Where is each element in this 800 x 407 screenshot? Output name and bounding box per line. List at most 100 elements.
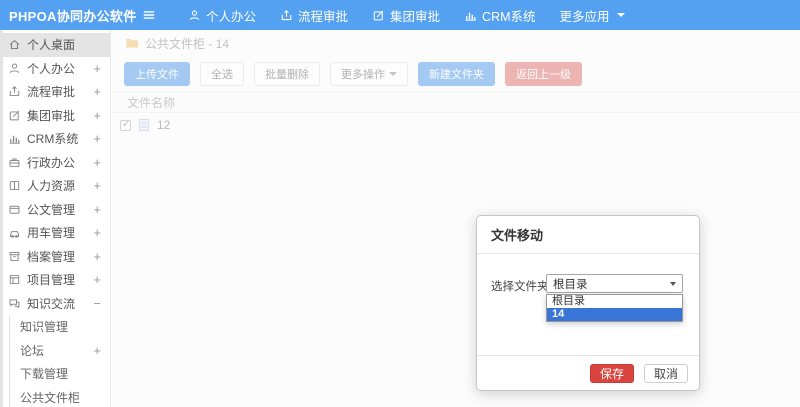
expand-indicator[interactable]: + [93,109,101,122]
top-nav: 个人办公 流程审批 集团审批 CRM系统 更多应用 [176,0,637,30]
hamburger-menu-icon[interactable] [138,4,160,26]
app-logo: PHPOA协同办公软件 [9,8,137,24]
sidebar-item-label: 公文管理 [27,202,76,217]
sidebar-subitem-label: 公共文件柜 [20,390,81,405]
caret-down-icon [389,72,397,76]
dialog-title: 文件移动 [477,216,699,254]
sidebar-item-admin-office[interactable]: 行政办公 + [0,151,110,175]
file-checkbox[interactable] [120,119,131,131]
sidebar-item-label: 项目管理 [27,273,76,288]
sidebar-item-label: 个人办公 [27,61,76,76]
app-window: PHPOA协同办公软件 个人办公 流程审批 集团审批 CRM系统 更多应用 个人… [0,0,800,407]
nav-group-approval[interactable]: 集团审批 [360,0,452,30]
briefcase-icon [8,155,22,169]
new-folder-button[interactable]: 新建文件夹 [418,62,495,86]
nav-crm-system[interactable]: CRM系统 [452,0,547,30]
select-all-button[interactable]: 全选 [200,62,244,86]
nav-more-apps[interactable]: 更多应用 [548,0,637,30]
sidebar-item-group-approval[interactable]: 集团审批 + [0,104,110,128]
expand-indicator[interactable]: + [93,226,101,239]
folder-options-list: 根目录 14 [546,294,683,322]
sidebar-subitem-label: 论坛 [20,343,45,358]
cancel-button[interactable]: 取消 [643,363,688,383]
edit-icon [372,9,385,22]
expand-indicator[interactable]: + [93,344,101,357]
select-folder-label: 选择文件夹 [491,281,549,293]
sidebar: 个人桌面 个人办公 + 流程审批 + 集团审批 + CRM系统 + 行政办公 +… [0,30,111,407]
nav-process-approval[interactable]: 流程审批 [268,0,360,30]
breadcrumb: 公共文件柜 - 14 [112,30,800,56]
sidebar-item-knowledge-exchange[interactable]: 知识交流 − [0,292,110,316]
sidebar-item-label: 档案管理 [27,249,76,264]
sidebar-item-process-approval[interactable]: 流程审批 + [0,80,110,104]
knowledge-submenu: 知识管理 论坛 + 下载管理 公共文件柜 [0,315,110,407]
folder-option-root[interactable]: 根目录 [547,295,682,308]
breadcrumb-text: 公共文件柜 - 14 [145,36,230,51]
user-icon [188,9,201,22]
book-icon [8,179,22,193]
sidebar-item-personal-office[interactable]: 个人办公 + [0,57,110,81]
archive-icon [8,249,22,263]
expand-indicator[interactable]: + [93,203,101,216]
sidebar-item-label: 用车管理 [27,226,76,241]
toolbar: 上传文件 全选 批量删除 更多操作 新建文件夹 返回上一级 [112,56,800,91]
back-up-level-button[interactable]: 返回上一级 [505,62,582,86]
sidebar-item-hr[interactable]: 人力资源 + [0,174,110,198]
batch-delete-button[interactable]: 批量删除 [254,62,320,86]
expand-indicator[interactable]: + [93,62,101,75]
file-name: 12 [157,118,171,132]
upload-file-button[interactable]: 上传文件 [124,62,190,86]
more-actions-label: 更多操作 [341,69,385,81]
sidebar-item-label: 知识交流 [27,296,76,311]
file-row[interactable]: 12 [112,113,800,137]
nav-label: 流程审批 [298,9,349,24]
expand-indicator[interactable]: + [93,273,101,286]
expand-indicator[interactable]: + [93,179,101,192]
sidebar-item-personal-desktop[interactable]: 个人桌面 [0,33,110,57]
nav-label: CRM系统 [482,9,536,24]
nav-label: 个人办公 [206,9,257,24]
process-icon [280,9,293,22]
sidebar-subitem-label: 下载管理 [20,367,69,382]
sidebar-item-crm[interactable]: CRM系统 + [0,127,110,151]
selected-folder-value: 根目录 [553,278,588,291]
caret-down-icon [670,281,676,286]
folder-select: 根目录 根目录 14 [546,274,683,322]
caret-down-icon [616,13,625,17]
folder-select-box[interactable]: 根目录 [546,274,683,293]
expand-indicator[interactable]: + [93,85,101,98]
nav-label: 更多应用 [559,9,610,24]
collapse-indicator[interactable]: − [93,297,101,310]
folder-option-14[interactable]: 14 [547,308,682,321]
sidebar-item-project-mgmt[interactable]: 项目管理 + [0,268,110,292]
sidebar-subitem-public-file-cabinet[interactable]: 公共文件柜 [0,386,110,407]
expand-indicator[interactable]: + [93,132,101,145]
sidebar-item-label: 流程审批 [27,85,76,100]
sidebar-subitem-knowledge-mgmt[interactable]: 知识管理 [0,315,110,339]
project-icon [8,273,22,287]
sidebar-item-document-mgmt[interactable]: 公文管理 + [0,198,110,222]
file-name-column-header: 文件名称 [127,95,176,110]
sidebar-subitem-forum[interactable]: 论坛 + [0,339,110,363]
sidebar-subitem-download-mgmt[interactable]: 下载管理 [0,362,110,386]
sidebar-item-archive-mgmt[interactable]: 档案管理 + [0,245,110,269]
more-actions-button[interactable]: 更多操作 [330,62,408,86]
expand-indicator[interactable]: + [93,250,101,263]
sidebar-item-label: 个人桌面 [27,38,76,53]
chat-icon [8,296,22,310]
sidebar-item-vehicle-mgmt[interactable]: 用车管理 + [0,221,110,245]
sidebar-item-label: 人力资源 [27,179,76,194]
expand-indicator[interactable]: + [93,156,101,169]
dialog-body: 选择文件夹 根目录 根目录 14 [477,254,699,322]
home-icon [8,38,22,52]
save-button[interactable]: 保存 [589,363,634,383]
sidebar-item-label: CRM系统 [27,132,79,147]
sidebar-item-label: 集团审批 [27,108,76,123]
nav-personal-office[interactable]: 个人办公 [176,0,268,30]
nav-label: 集团审批 [390,9,441,24]
chart-icon [8,132,22,146]
car-icon [8,226,22,240]
user-icon [8,61,22,75]
edit-icon [8,108,22,122]
sidebar-item-label: 行政办公 [27,155,76,170]
